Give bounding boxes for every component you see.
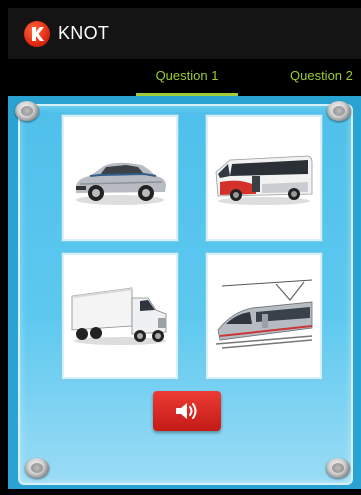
play-sound-button[interactable] [153,391,221,431]
rivet-icon [25,458,49,478]
question-tabs: Question 1 Question 2 [8,59,361,96]
truck-icon [71,287,167,345]
action-bar: KNOT [8,8,361,59]
screen-border-bottom [0,489,361,495]
tram-icon [215,279,313,349]
rivet-icon [327,101,351,121]
option-card-tram[interactable] [206,253,322,379]
rivet-icon [15,101,39,121]
screen-border-left [0,0,8,495]
rivet-icon [326,458,350,478]
car-icon [76,162,166,205]
tab-question-2[interactable]: Question 2 [290,59,361,96]
bus-icon [215,155,313,205]
speaker-icon [176,403,197,419]
option-card-car[interactable] [62,115,178,241]
screen-border-top [0,0,361,8]
app-title: KNOT [58,23,110,43]
option-card-truck[interactable] [62,253,178,379]
option-card-bus[interactable] [206,115,322,241]
tab-question-1[interactable]: Question 1 [136,59,238,96]
knot-logo-icon[interactable] [24,20,50,47]
